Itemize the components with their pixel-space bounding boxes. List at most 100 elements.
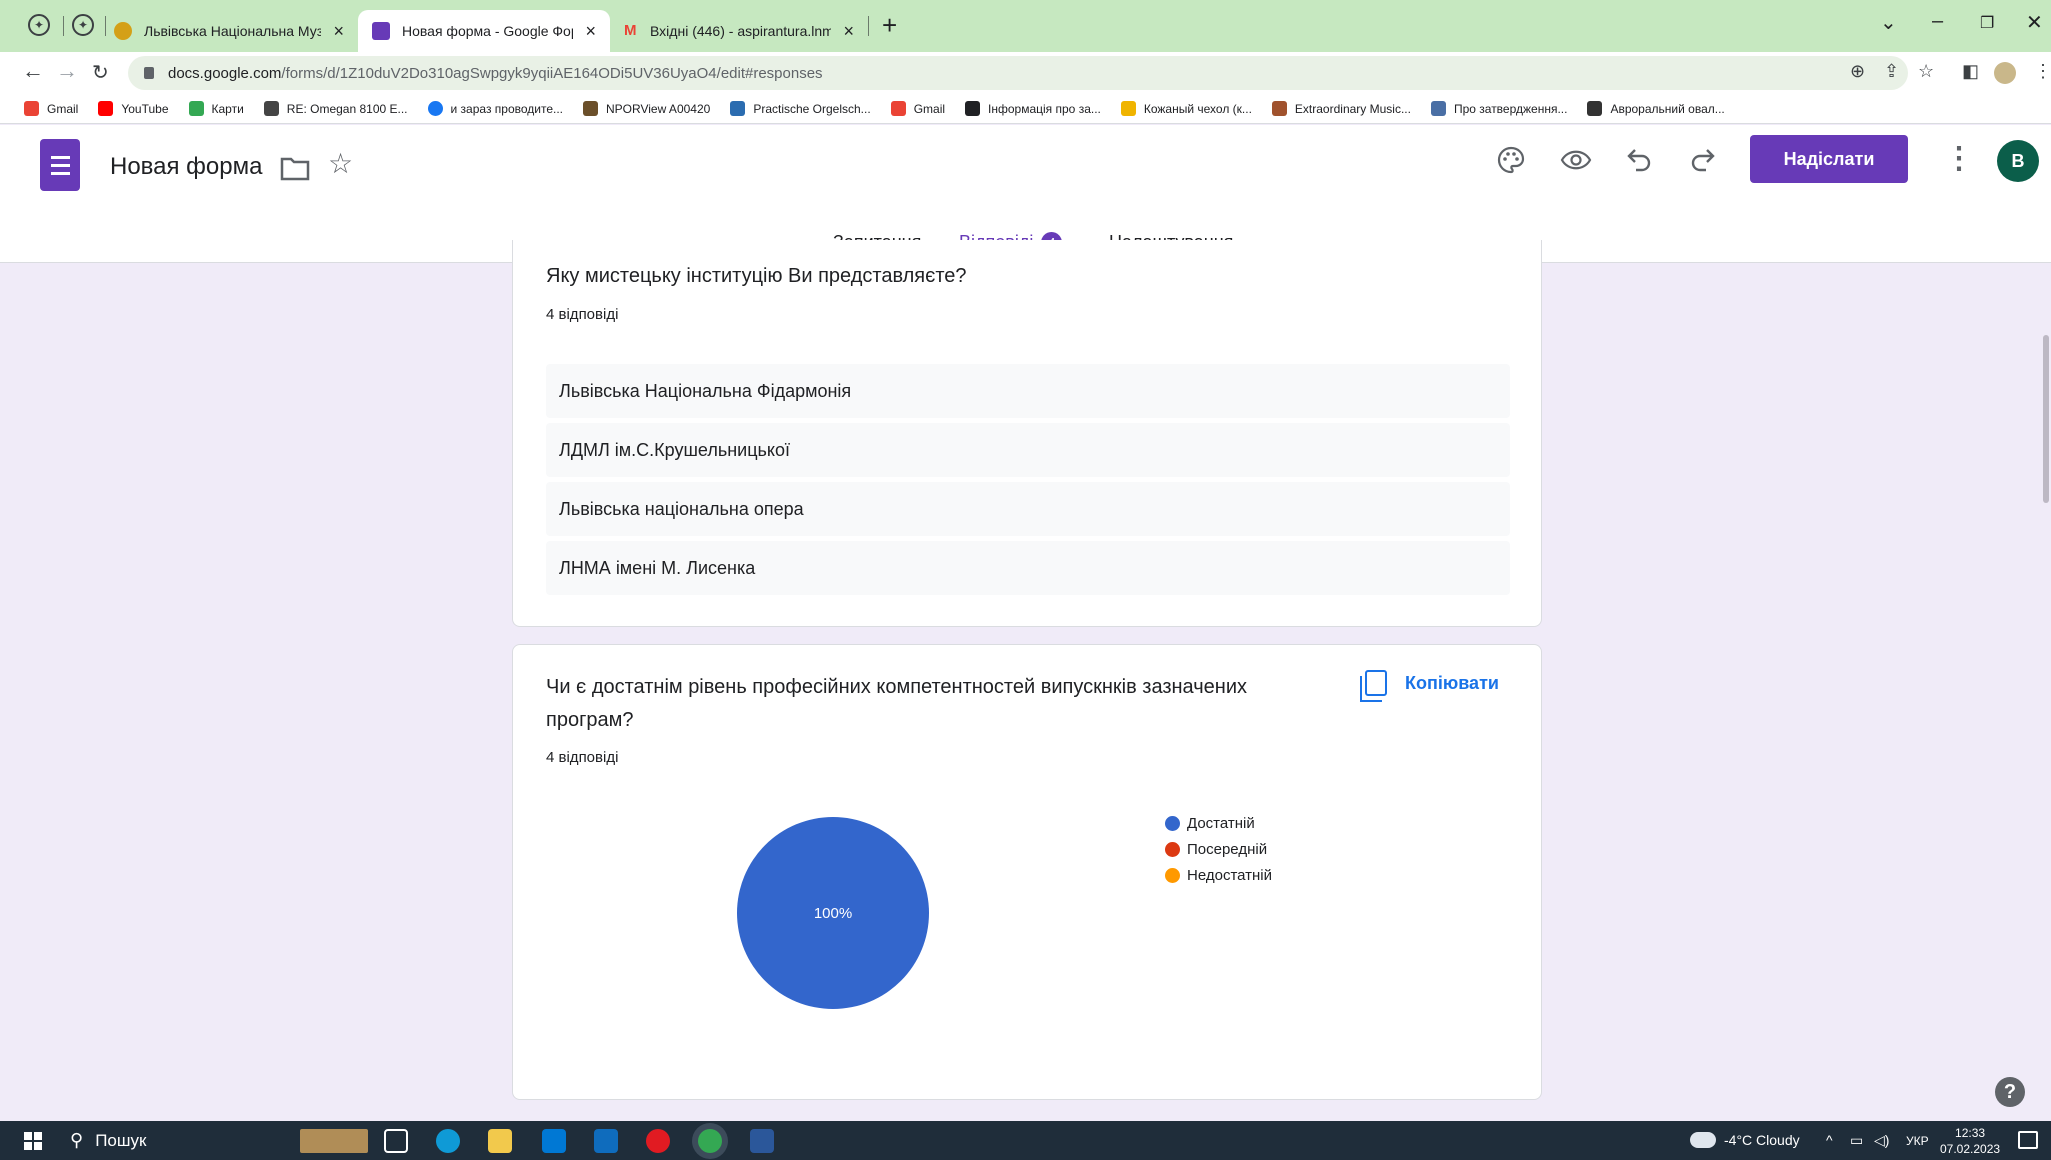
account-avatar[interactable]: В bbox=[1997, 140, 2039, 182]
close-icon[interactable]: × bbox=[585, 21, 596, 42]
bookmark[interactable]: NPORView A00420 bbox=[583, 101, 710, 116]
bookmark-site-icon bbox=[1271, 101, 1287, 116]
weather-text[interactable]: -4°C Cloudy bbox=[1724, 1132, 1800, 1148]
bookmark-label: Про затвердження... bbox=[1453, 101, 1568, 116]
task-view-icon[interactable] bbox=[384, 1129, 408, 1153]
store-icon[interactable] bbox=[542, 1129, 566, 1153]
folder-icon[interactable] bbox=[280, 155, 310, 181]
share-icon[interactable]: ⇪ bbox=[1884, 61, 1899, 82]
clock-date: 07.02.2023 bbox=[1940, 1142, 2001, 1156]
profile-avatar[interactable] bbox=[1994, 62, 2016, 84]
pinned-tab-icon[interactable]: ✦ bbox=[28, 14, 50, 36]
bookmark[interactable]: Practische Orgelsch... bbox=[730, 101, 871, 116]
palette-icon[interactable] bbox=[1496, 145, 1526, 175]
opera-icon[interactable] bbox=[646, 1129, 670, 1153]
minimize-button[interactable]: – bbox=[1932, 10, 1943, 33]
close-window-button[interactable]: ✕ bbox=[2026, 10, 2043, 35]
volume-icon[interactable]: ◁) bbox=[1874, 1132, 1889, 1149]
legend-label: Недостатній bbox=[1187, 866, 1273, 884]
chart-legend: Достатній Посередній Недостатній bbox=[1165, 810, 1272, 888]
browser-tab-active[interactable]: Новая форма - Google Форми × bbox=[358, 10, 610, 52]
zoom-icon[interactable]: ⊕ bbox=[1850, 61, 1865, 82]
bookmark[interactable]: Карти bbox=[188, 101, 244, 116]
bookmark[interactable]: Авроральний овал... bbox=[1587, 101, 1725, 116]
bookmark[interactable]: Extraordinary Music... bbox=[1271, 101, 1411, 116]
pinned-tab-icon[interactable]: ✦ bbox=[72, 14, 94, 36]
browser-toolbar: ← → ↻ docs.google.com /forms/d/1Z10duV2D… bbox=[0, 52, 2051, 94]
network-icon[interactable]: ▭ bbox=[1850, 1132, 1863, 1149]
bookmark-site-icon bbox=[1430, 101, 1446, 116]
copy-label: Копіювати bbox=[1405, 672, 1499, 693]
back-icon[interactable]: ← bbox=[22, 58, 44, 84]
language-indicator[interactable]: УКР bbox=[1906, 1134, 1929, 1148]
question-title-line: Чи є достатнім рівень професійних компет… bbox=[546, 676, 1247, 698]
bookmark-label: YouTube bbox=[121, 101, 169, 116]
star-icon[interactable]: ☆ bbox=[328, 147, 353, 180]
help-icon[interactable]: ? bbox=[1995, 1077, 2025, 1107]
bookmark-star-icon[interactable]: ☆ bbox=[1918, 61, 1934, 82]
bookmark[interactable]: Про затвердження... bbox=[1430, 101, 1568, 116]
send-button[interactable]: Надіслати bbox=[1750, 135, 1908, 183]
bookmark[interactable]: Gmail bbox=[890, 101, 945, 116]
bookmark-site-icon bbox=[965, 101, 981, 116]
taskbar-search[interactable]: ⚲ Пошук bbox=[70, 1130, 146, 1151]
chevron-up-icon[interactable]: ^ bbox=[1826, 1132, 1833, 1148]
address-bar[interactable]: docs.google.com /forms/d/1Z10duV2Do310ag… bbox=[128, 56, 1908, 90]
lock-icon bbox=[144, 67, 154, 79]
bookmarks-bar: Gmail YouTube Карти RE: Omegan 8100 E...… bbox=[0, 94, 2051, 124]
chrome-icon[interactable] bbox=[698, 1129, 722, 1153]
taskbar: ⚲ Пошук -4°C Cloudy ^ ▭ ◁) УКР 12:33 07.… bbox=[0, 1121, 2051, 1160]
scrollbar-thumb[interactable] bbox=[2043, 335, 2049, 503]
mail-icon[interactable] bbox=[594, 1129, 618, 1153]
chrome-menu-icon[interactable]: ⋮ bbox=[2034, 61, 2051, 82]
bookmark[interactable]: Інформація про за... bbox=[965, 101, 1101, 116]
response-count: 4 відповіді bbox=[546, 306, 619, 323]
windows-start-icon[interactable] bbox=[24, 1132, 42, 1150]
form-title[interactable]: Новая форма bbox=[110, 153, 262, 181]
gmail-icon bbox=[24, 101, 39, 116]
reload-icon[interactable]: ↻ bbox=[92, 60, 109, 85]
bookmark-label: и зараз проводите... bbox=[450, 101, 564, 116]
browser-tab[interactable]: Львівська Національна Музичн × bbox=[100, 10, 358, 52]
tab-search-icon[interactable]: ⌄ bbox=[1880, 10, 1897, 35]
copy-chart-button[interactable]: Копіювати bbox=[1360, 670, 1499, 702]
undo-icon[interactable] bbox=[1626, 147, 1654, 173]
bookmark[interactable]: Кожаный чехол (к... bbox=[1120, 101, 1252, 116]
edge-icon[interactable] bbox=[436, 1129, 460, 1153]
bookmark[interactable]: и зараз проводите... bbox=[427, 101, 564, 116]
search-highlight-image[interactable] bbox=[300, 1129, 368, 1153]
notifications-icon[interactable] bbox=[2018, 1131, 2038, 1149]
academy-logo-icon bbox=[114, 22, 132, 40]
browser-tab[interactable]: M Вхідні (446) - aspirantura.lnma@ × bbox=[610, 10, 868, 52]
weather-cloud-icon[interactable] bbox=[1690, 1132, 1716, 1148]
gmail-icon bbox=[890, 101, 906, 116]
new-tab-button[interactable]: + bbox=[882, 10, 897, 41]
question-summary-card: Яку мистецьку інституцію Ви представляєт… bbox=[512, 240, 1542, 627]
facebook-icon bbox=[427, 101, 443, 116]
restore-button[interactable]: ❐ bbox=[1980, 13, 1994, 33]
url-path: /forms/d/1Z10duV2Do310agSwpgyk9yqiiAE164… bbox=[281, 64, 823, 82]
bookmark-label: Gmail bbox=[47, 101, 79, 116]
bookmark-label: NPORView A00420 bbox=[606, 101, 711, 116]
tab-separator bbox=[63, 16, 64, 36]
close-icon[interactable]: × bbox=[843, 21, 854, 42]
bookmark[interactable]: Gmail bbox=[24, 101, 78, 116]
tab-title: Вхідні (446) - aspirantura.lnma@ bbox=[650, 23, 832, 39]
url-host: docs.google.com bbox=[168, 64, 282, 82]
bookmark-label: RE: Omegan 8100 E... bbox=[286, 101, 408, 116]
forward-icon[interactable]: → bbox=[56, 58, 78, 84]
clock[interactable]: 12:33 07.02.2023 bbox=[1940, 1125, 2000, 1157]
word-icon[interactable] bbox=[750, 1129, 774, 1153]
list-item: Львівська Національна Фідармонія bbox=[546, 364, 1510, 418]
list-item: Львівська національна опера bbox=[546, 482, 1510, 536]
bookmark[interactable]: RE: Omegan 8100 E... bbox=[263, 101, 408, 116]
redo-icon[interactable] bbox=[1688, 147, 1716, 173]
file-explorer-icon[interactable] bbox=[488, 1129, 512, 1153]
side-panel-icon[interactable]: ◧ bbox=[1962, 61, 1979, 82]
google-forms-logo[interactable] bbox=[40, 139, 80, 191]
preview-eye-icon[interactable] bbox=[1560, 149, 1592, 171]
close-icon[interactable]: × bbox=[333, 21, 344, 42]
bookmark[interactable]: YouTube bbox=[98, 101, 169, 116]
more-options-icon[interactable]: ⋮ bbox=[1944, 141, 1974, 176]
question-title: Чи є достатнім рівень професійних компет… bbox=[546, 671, 1247, 737]
